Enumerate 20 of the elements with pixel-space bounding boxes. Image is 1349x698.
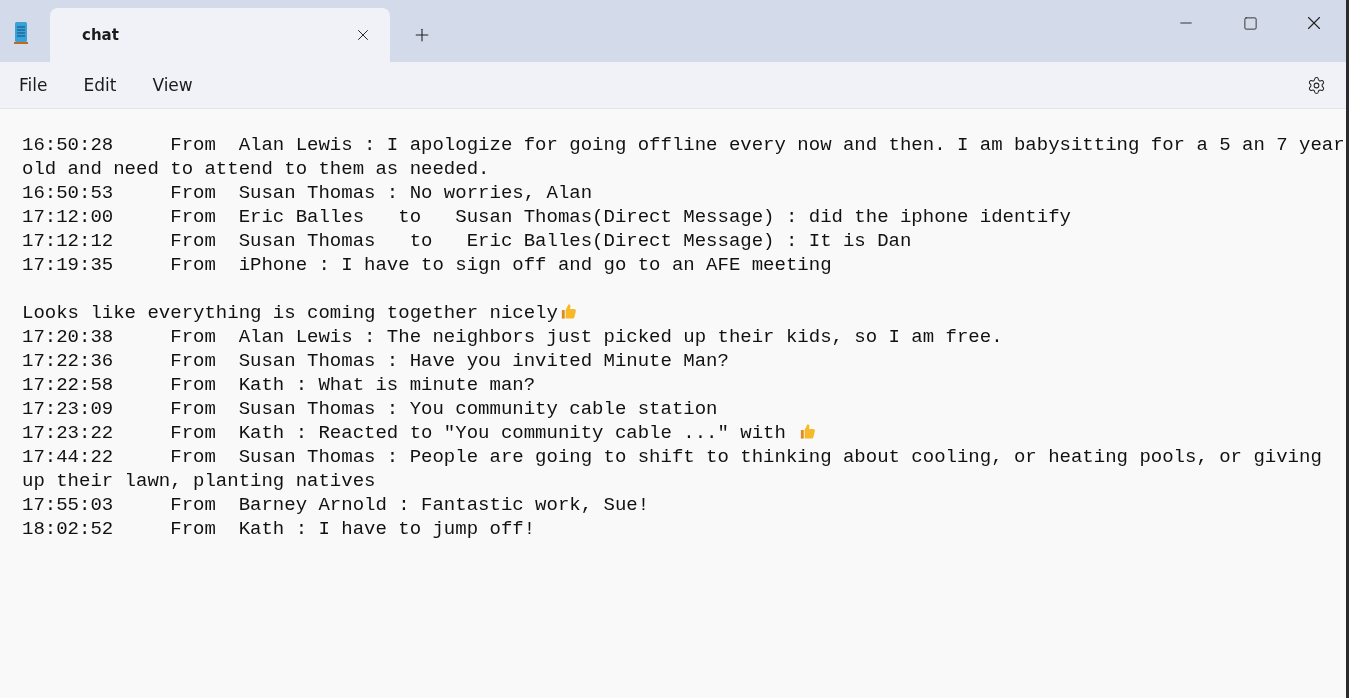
settings-icon[interactable] (1307, 75, 1326, 95)
menu-item[interactable]: File (19, 75, 48, 95)
notepad-icon (14, 21, 28, 45)
text-line: 17:19:35 From iPhone : I have to sign off and go to an AFE meeting Looks like everything is coming together nicely (22, 253, 833, 325)
document-tab[interactable]: chat (50, 8, 390, 62)
text-line: 17:12:12 From Susan Thomas to Eric Balles(Direct Message) : It is Dan (22, 229, 913, 253)
text-line: 17:23:09 From Susan Thomas : You community cable station (22, 397, 719, 421)
tab-title: chat (82, 26, 119, 44)
menu-item[interactable]: Edit (83, 75, 117, 95)
text-line: 17:55:03 From Barney Arnold : Fantastic work, Sue! (22, 493, 651, 517)
text-line: 17:22:58 From Kath : What is minute man? (22, 373, 537, 397)
menu-item[interactable]: View (152, 75, 193, 95)
text-line: 17:12:00 From Eric Balles to Susan Thomas(Direct Message) : did the iphone identify (22, 205, 1072, 229)
text-line: 16:50:28 From Alan Lewis : I apologize for going offline every now and then. I am babysitting for a 5 an 7 year old and need to attend to them as needed. (22, 133, 1345, 181)
text-line: 17:20:38 From Alan Lewis : The neighbors just picked up their kids, so I am free. (22, 325, 1004, 349)
text-line: 17:44:22 From Susan Thomas : People are going to shift to thinking about cooling, or heating pools, or giving up their lawn, planting natives (22, 445, 1323, 493)
text-line: 16:50:53 From Susan Thomas : No worries, Alan (22, 181, 594, 205)
text-line: 17:23:22 From Kath : Reacted to "You community cable ..." with (22, 421, 1345, 445)
text-line: 18:02:52 From Kath : I have to jump off! (22, 517, 537, 541)
text-line: 17:22:36 From Susan Thomas : Have you invited Minute Man? (22, 349, 730, 373)
